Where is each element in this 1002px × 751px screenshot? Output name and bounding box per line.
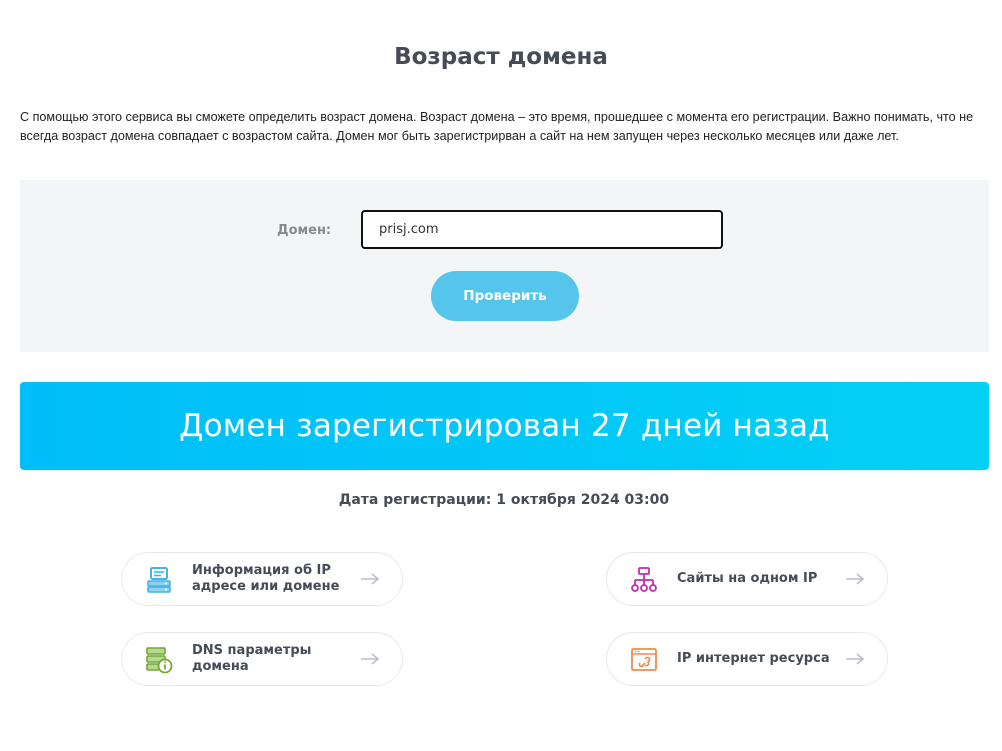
network-tree-icon [631,567,657,592]
tool-label: IP интернет ресурса [677,651,830,666]
domain-input[interactable] [361,210,723,249]
server-info-icon [147,567,171,593]
arrow-right-icon [846,573,865,585]
tool-label: Сайты на одном IP [677,571,818,586]
domain-check-panel: Домен: Проверить [20,180,989,352]
result-banner: Домен зарегистрирован 27 дней назад [20,382,989,470]
tool-link-dns-params[interactable]: DNS параметры домена [121,632,403,686]
page-title: Возраст домена [394,44,608,70]
arrow-right-icon [846,653,865,665]
tool-link-sites-on-ip[interactable]: Сайты на одном IP [606,552,888,606]
check-button[interactable]: Проверить [431,271,579,321]
intro-text: С помощью этого сервиса вы сможете опред… [20,110,974,143]
dns-info-icon [146,647,173,674]
arrow-right-icon [361,653,380,665]
registration-date: Дата регистрации: 1 октября 2024 03:00 [338,492,670,508]
tool-label: Информация об IP адресе или домене [192,563,340,594]
arrow-right-icon [361,573,380,585]
tool-link-ip-info[interactable]: Информация об IP адресе или домене [121,552,403,606]
tool-link-ip-resource[interactable]: IP интернет ресурса [606,632,888,686]
domain-label: Домен: [277,223,332,238]
tool-label: DNS параметры домена [192,643,312,674]
browser-link-icon [631,648,657,671]
result-text: Домен зарегистрирован 27 дней назад [179,408,830,444]
